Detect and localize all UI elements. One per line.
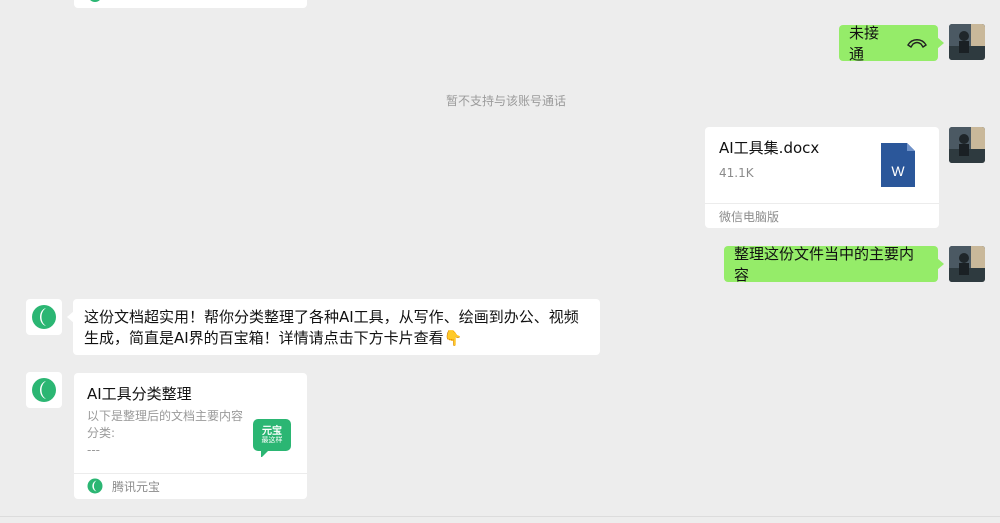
card-desc-text: 以下是整理后的文档主要内容分类: [87,409,244,440]
bot-avatar[interactable] [26,299,62,335]
bottom-divider [0,516,1000,517]
file-card-divider [705,203,939,204]
summary-card[interactable]: AI工具分类整理 以下是整理后的文档主要内容分类: --- 元宝 最这样 腾讯元… [74,373,307,499]
card-footer: 腾讯元宝 [87,478,160,494]
top-partial-card[interactable] [74,0,307,8]
word-doc-icon: W [881,143,915,187]
bot-reply-bubble[interactable]: 这份文档超实用！帮你分类整理了各种AI工具，从写作、绘画到办公、视频生成，简直是… [67,299,600,355]
call-bubble[interactable]: 未接通 [839,24,944,63]
system-notice: 暂不支持与该账号通话 [445,94,566,108]
card-title: AI工具分类整理 [87,385,192,403]
yuanbao-small-icon [87,478,103,494]
call-status-text: 未接通 [849,24,880,63]
request-text: 整理这份文件当中的主要内容 [734,245,915,284]
bot-reply-text: 这份文档超实用！帮你分类整理了各种AI工具，从写作、绘画到办公、视频生成，简直是… [84,308,579,347]
thumbnail-text-2: 最这样 [261,436,283,444]
word-letter: W [891,163,905,179]
file-card[interactable]: AI工具集.docx 41.1K W 微信电脑版 [705,127,939,228]
yuanbao-logo-icon [32,305,56,329]
card-source: 腾讯元宝 [112,479,161,494]
file-name: AI工具集.docx [719,139,820,157]
request-bubble[interactable]: 整理这份文件当中的主要内容 [724,245,944,284]
bot-avatar[interactable] [26,372,62,408]
card-thumbnail: 元宝 最这样 [253,419,291,458]
file-source: 微信电脑版 [719,210,780,224]
card-description: 以下是整理后的文档主要内容分类: --- [87,408,247,459]
yuanbao-logo-icon [32,378,56,402]
file-size: 41.1K [719,166,754,180]
user-avatar[interactable] [949,24,985,60]
user-avatar[interactable] [949,246,985,282]
card-divider [74,473,307,474]
user-avatar[interactable] [949,127,985,163]
card-desc-dashes: --- [87,443,100,457]
phone-hangup-icon [906,37,928,49]
